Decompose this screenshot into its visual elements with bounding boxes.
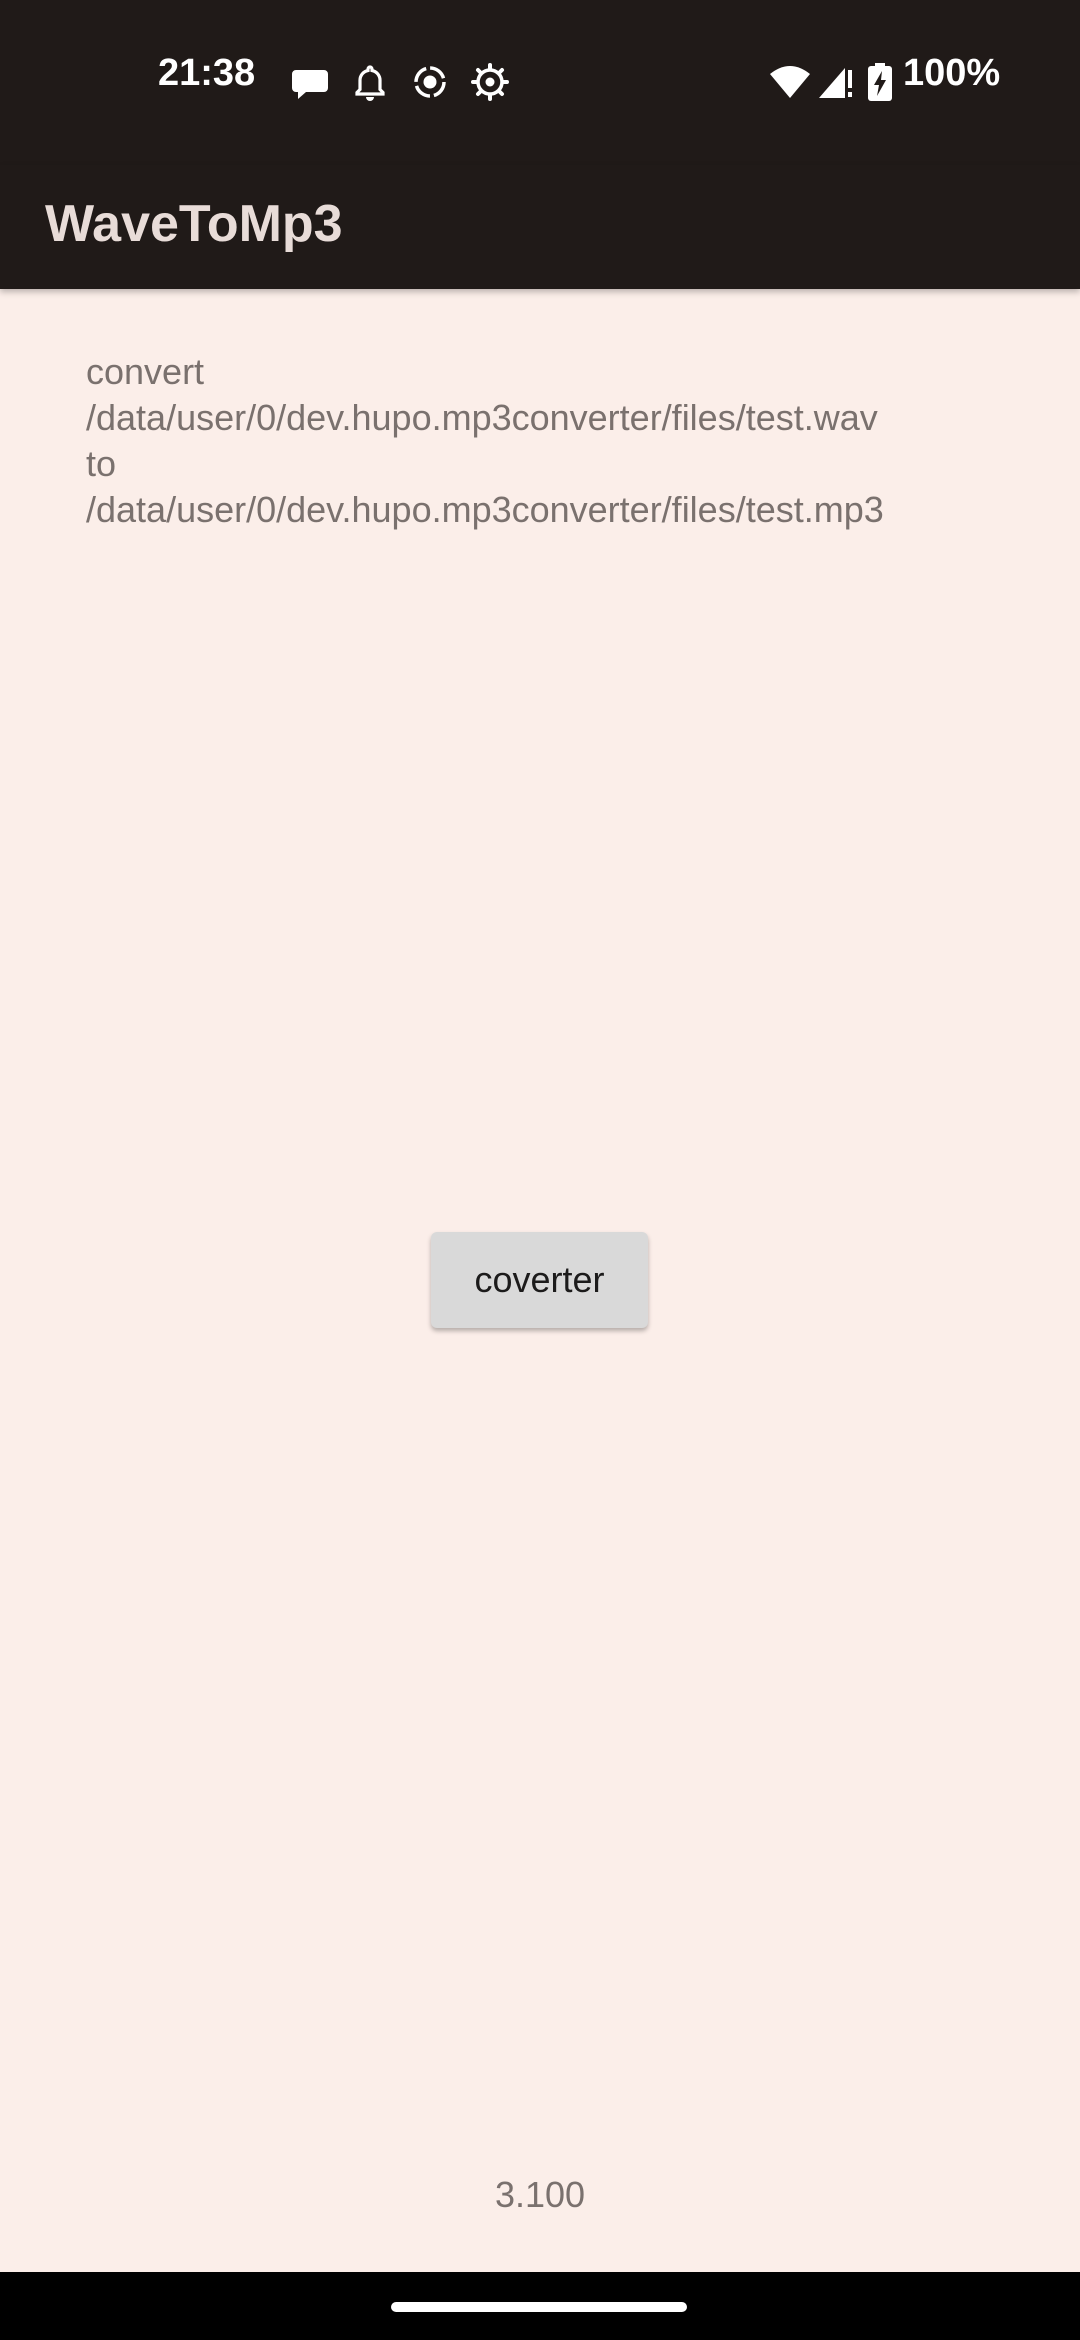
app-bar: WaveToMp3 [0, 165, 1080, 289]
navigation-bar [0, 2272, 1080, 2340]
record-icon [414, 66, 446, 98]
app-title: WaveToMp3 [45, 195, 343, 253]
message-line: to [86, 443, 117, 484]
status-time: 21:38 [158, 52, 256, 94]
message-line: /data/user/0/dev.hupo.mp3converter/files… [86, 489, 884, 530]
bell-icon [355, 65, 385, 101]
battery-charging-icon [868, 63, 892, 101]
signal-icon [819, 68, 852, 98]
convert-button[interactable]: coverter [431, 1232, 648, 1328]
battery-percentage: 100% [903, 52, 1001, 94]
gear-icon [471, 63, 509, 101]
version-label: 3.100 [494, 2174, 586, 2215]
status-bar: 21:38 100% [0, 0, 1080, 165]
message-line: convert [86, 351, 205, 392]
wifi-icon [770, 66, 810, 98]
conversion-message: convert /data/user/0/dev.hupo.mp3convert… [86, 349, 1066, 533]
chat-bubble-icon [292, 70, 328, 99]
home-gesture-handle[interactable] [391, 2302, 687, 2312]
main-content: convert /data/user/0/dev.hupo.mp3convert… [0, 289, 1080, 2272]
message-line: /data/user/0/dev.hupo.mp3converter/files… [86, 397, 878, 438]
